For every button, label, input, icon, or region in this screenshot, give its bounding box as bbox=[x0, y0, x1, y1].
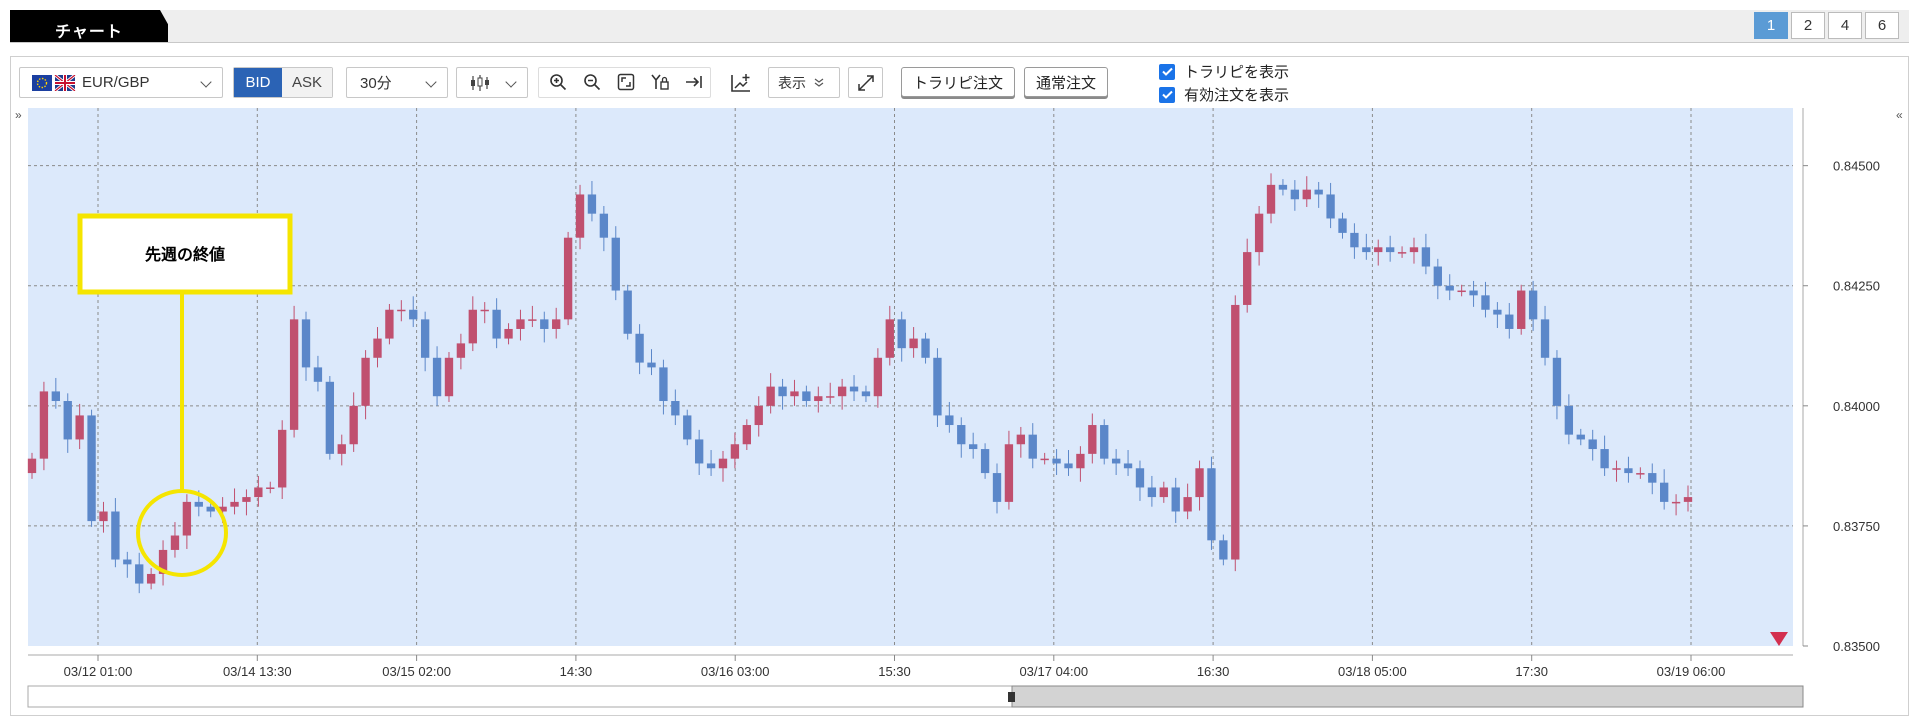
zoom-out-icon[interactable] bbox=[577, 67, 607, 97]
currency-flags-icon bbox=[32, 74, 76, 91]
fit-screen-icon[interactable] bbox=[611, 67, 641, 97]
ask-button[interactable]: ASK bbox=[282, 68, 332, 97]
chart-type-select[interactable] bbox=[456, 67, 528, 98]
symbol-label: EUR/GBP bbox=[82, 74, 150, 91]
timeframe-label: 30分 bbox=[360, 75, 392, 92]
chart-toolbar: EUR/GBP BID ASK 30分 表示 トラリピ注文 通常注文 トラリピを… bbox=[11, 57, 1908, 107]
layout-6-button[interactable]: 6 bbox=[1865, 12, 1899, 39]
layout-1-button[interactable]: 1 bbox=[1754, 12, 1788, 39]
layout-2-button[interactable]: 2 bbox=[1791, 12, 1825, 39]
expand-icon bbox=[858, 74, 874, 91]
zoom-in-icon[interactable] bbox=[543, 67, 573, 97]
expand-left-icon[interactable]: » bbox=[15, 108, 22, 122]
bid-ask-toggle: BID ASK bbox=[233, 67, 333, 98]
candlestick-icon bbox=[471, 74, 489, 91]
chevron-down-icon bbox=[200, 75, 212, 88]
normal-order-button[interactable]: 通常注文 bbox=[1024, 67, 1108, 97]
chevron-down-icon bbox=[425, 75, 437, 88]
show-trap-label: トラリピを表示 bbox=[1184, 64, 1290, 81]
double-chevron-down-icon bbox=[814, 78, 824, 87]
chart-panel: EUR/GBP BID ASK 30分 表示 トラリピ注文 通常注文 トラリピを… bbox=[10, 56, 1909, 716]
scroll-to-latest-icon[interactable] bbox=[679, 67, 709, 97]
y-axis-lock-icon[interactable] bbox=[645, 67, 675, 97]
chart-title: チャート bbox=[55, 24, 123, 41]
checkbox-checked-icon bbox=[1159, 86, 1175, 103]
show-trap-checkbox[interactable]: トラリピを表示 bbox=[1159, 61, 1289, 82]
show-valid-orders-checkbox[interactable]: 有効注文を表示 bbox=[1159, 84, 1289, 105]
chevron-down-icon bbox=[505, 75, 517, 88]
display-dropdown[interactable]: 表示 bbox=[768, 67, 840, 98]
symbol-select[interactable]: EUR/GBP bbox=[19, 67, 223, 98]
header-bar: チャート 1 2 4 6 bbox=[10, 10, 1909, 43]
fullscreen-button[interactable] bbox=[848, 67, 883, 98]
show-valid-orders-label: 有効注文を表示 bbox=[1184, 87, 1290, 104]
chart-title-tab: チャート bbox=[10, 10, 168, 42]
timeframe-select[interactable]: 30分 bbox=[346, 67, 448, 98]
display-label: 表示 bbox=[778, 74, 806, 91]
trap-repeat-order-button[interactable]: トラリピ注文 bbox=[901, 67, 1015, 97]
checkbox-checked-icon bbox=[1159, 63, 1175, 80]
collapse-right-icon[interactable]: « bbox=[1896, 108, 1903, 122]
layout-4-button[interactable]: 4 bbox=[1828, 12, 1862, 39]
add-indicator-button[interactable] bbox=[724, 67, 758, 98]
indicator-add-icon bbox=[731, 73, 750, 92]
layout-page-buttons: 1 2 4 6 bbox=[1754, 12, 1899, 39]
bid-button[interactable]: BID bbox=[234, 68, 282, 97]
